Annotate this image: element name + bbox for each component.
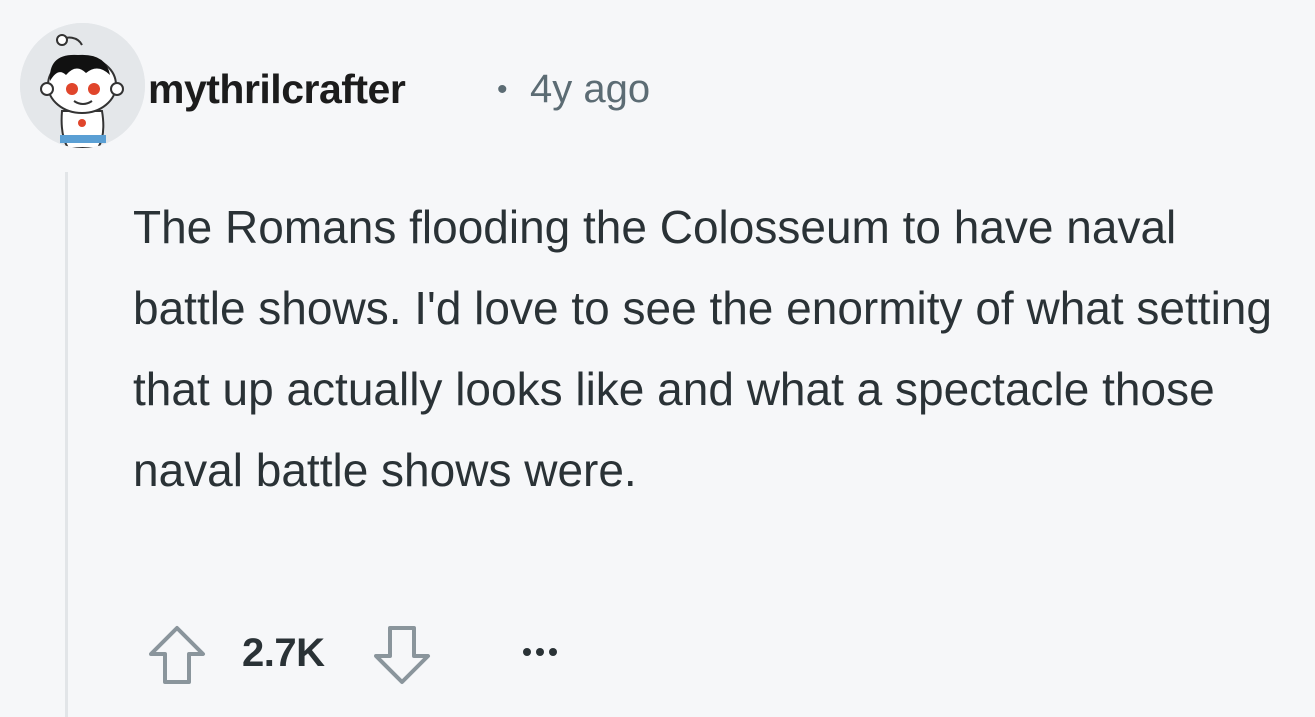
arrow-down-icon	[374, 626, 430, 684]
user-avatar[interactable]	[20, 23, 145, 148]
thread-line[interactable]	[65, 172, 68, 717]
comment-actions: 2.7K	[145, 620, 645, 690]
comment-timestamp[interactable]: 4y ago	[530, 67, 650, 112]
snoo-avatar-icon	[20, 23, 145, 148]
upvote-button[interactable]	[147, 624, 207, 686]
more-options-button[interactable]	[516, 632, 566, 672]
arrow-up-icon	[149, 626, 205, 684]
vote-score: 2.7K	[242, 631, 325, 675]
meta-separator: •	[497, 73, 508, 106]
author-username[interactable]: mythrilcrafter	[148, 66, 406, 113]
comment-body: The Romans flooding the Colosseum to hav…	[133, 201, 1272, 496]
downvote-button[interactable]	[372, 624, 432, 686]
ellipsis-icon	[523, 648, 557, 656]
comment: mythrilcrafter • 4y ago The Romans flood…	[0, 0, 1315, 717]
